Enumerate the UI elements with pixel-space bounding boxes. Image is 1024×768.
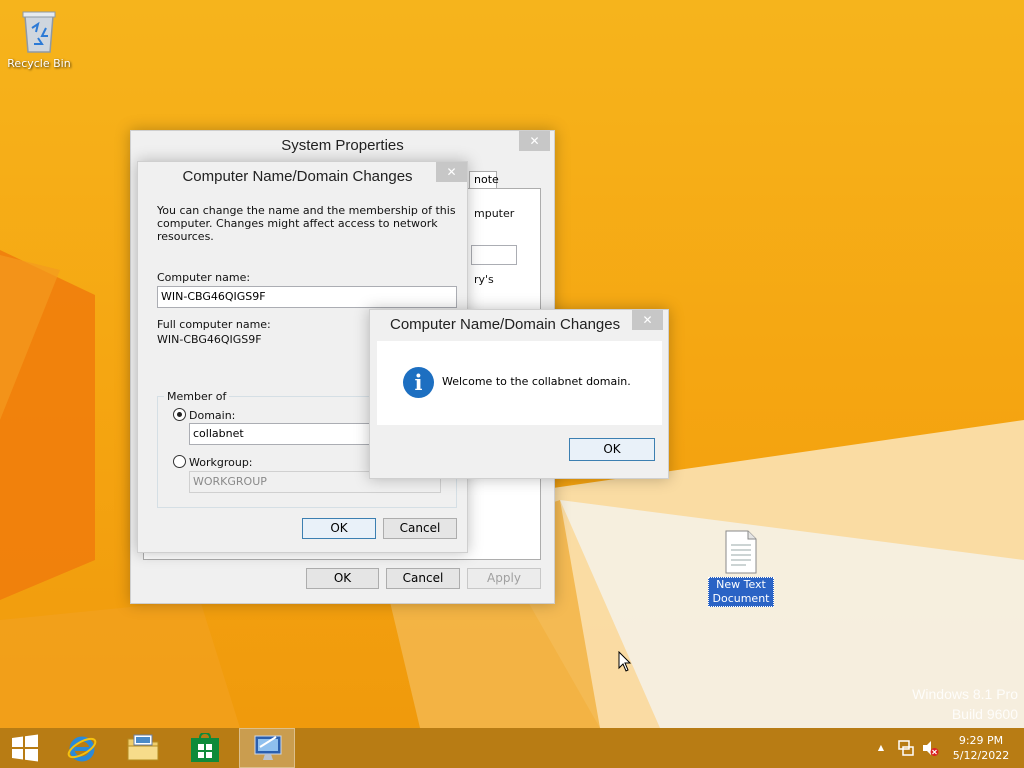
computer-name-dialog-close-button[interactable]: ✕ <box>436 162 467 182</box>
mouse-cursor-icon <box>618 651 632 672</box>
start-button[interactable] <box>0 728 50 768</box>
welcome-dialog-title: Computer Name/Domain Changes <box>390 316 621 333</box>
system-properties-icon <box>254 735 282 760</box>
workgroup-radio[interactable] <box>173 455 186 468</box>
text-document-label: New Text Document <box>708 577 774 607</box>
windows-logo-icon <box>12 734 38 762</box>
ie-logo-icon <box>67 736 97 762</box>
text-document-icon[interactable]: New Text Document <box>705 530 777 607</box>
computer-name-dialog-title: Computer Name/Domain Changes <box>182 168 413 185</box>
info-icon: i <box>403 367 434 398</box>
clock-time: 9:29 PM <box>958 734 1004 747</box>
partial-input <box>471 245 517 265</box>
computer-name-input[interactable]: WIN-CBG46QIGS9F <box>157 286 457 308</box>
windows-watermark: Windows 8.1 Pro Build 9600 <box>912 684 1018 724</box>
tray-overflow-arrow[interactable]: ▲ <box>875 728 887 768</box>
taskbar: ▲ 9:29 PM 5/12/2022 <box>0 728 1024 768</box>
welcome-message: Welcome to the collabnet domain. <box>442 375 631 388</box>
full-computer-name-value: WIN-CBG46QIGS9F <box>157 333 262 346</box>
clock-date: 5/12/2022 <box>952 749 1010 762</box>
tab-remote-partial[interactable]: note <box>469 171 499 189</box>
clock[interactable]: 9:29 PM 5/12/2022 <box>944 728 1018 768</box>
welcome-ok-button[interactable]: OK <box>569 438 655 461</box>
watermark-edition: Windows 8.1 Pro <box>912 686 1018 702</box>
system-properties-taskbar-button[interactable] <box>239 728 295 768</box>
workgroup-label: Workgroup: <box>189 456 253 469</box>
recycle-bin-label: Recycle Bin <box>7 57 71 70</box>
recycle-bin-icon[interactable]: Recycle Bin <box>3 6 75 71</box>
computer-name-cancel-button[interactable]: Cancel <box>383 518 457 539</box>
file-explorer-icon[interactable] <box>115 728 171 768</box>
welcome-dialog-close-button[interactable]: ✕ <box>632 310 663 330</box>
computer-name-ok-button[interactable]: OK <box>302 518 376 539</box>
partial-text-directory: ry's <box>474 273 494 286</box>
full-computer-name-label: Full computer name: <box>157 318 271 331</box>
computer-name-label: Computer name: <box>157 271 251 284</box>
network-graphic <box>898 740 914 756</box>
folder-icon <box>127 734 159 761</box>
system-properties-close-button[interactable]: ✕ <box>519 131 550 151</box>
system-properties-cancel-button[interactable]: Cancel <box>386 568 460 589</box>
desktop: Recycle Bin New Text Document Windows 8.… <box>0 0 1024 728</box>
description-line2: computer. Changes might affect access to… <box>157 217 438 243</box>
partial-text-computer: mputer <box>474 207 515 220</box>
recycle-bin-graphic <box>22 11 56 53</box>
internet-explorer-icon[interactable] <box>54 728 110 768</box>
volume-muted-icon[interactable] <box>920 728 940 768</box>
member-of-label: Member of <box>164 390 230 403</box>
watermark-build: Build 9600 <box>951 706 1018 722</box>
description-text: You can change the name and the membersh… <box>157 204 457 243</box>
welcome-dialog: Computer Name/Domain Changes ✕ i Welcome… <box>369 309 669 479</box>
text-document-label-line1: New Text <box>716 578 766 591</box>
description-line1: You can change the name and the membersh… <box>157 204 456 217</box>
speaker-graphic <box>923 741 939 756</box>
document-graphic <box>725 530 757 574</box>
domain-radio[interactable] <box>173 408 186 421</box>
store-bag-icon <box>191 733 219 762</box>
domain-label: Domain: <box>189 409 236 422</box>
system-properties-title: System Properties <box>281 137 404 154</box>
system-properties-ok-button[interactable]: OK <box>306 568 379 589</box>
network-icon[interactable] <box>896 728 916 768</box>
store-icon[interactable] <box>177 728 233 768</box>
text-document-label-line2: Document <box>712 592 770 605</box>
system-properties-apply-button[interactable]: Apply <box>467 568 541 589</box>
